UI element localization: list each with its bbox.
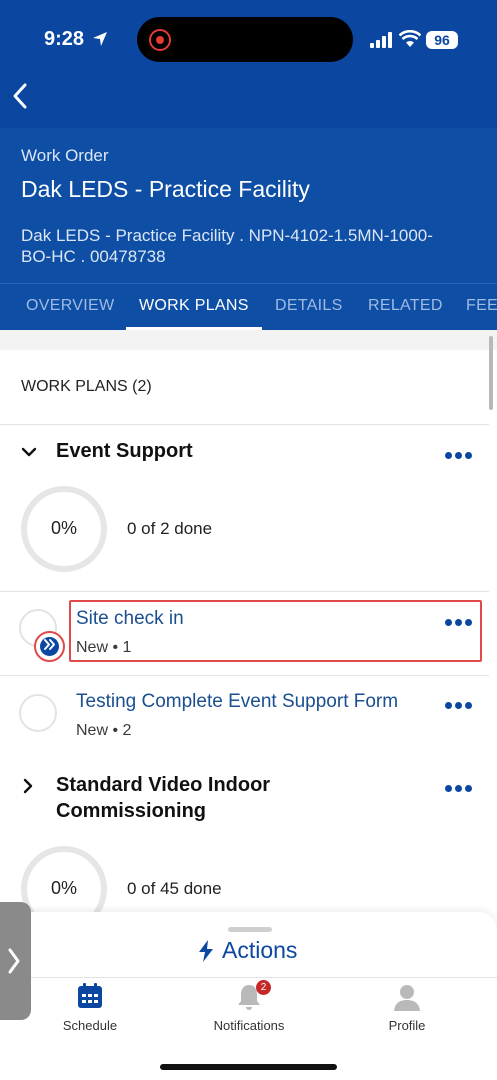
home-indicator[interactable] [160, 1064, 337, 1070]
divider [0, 591, 489, 592]
highlight-box [69, 600, 482, 662]
recording-icon [149, 29, 171, 51]
group-title-event-support[interactable]: Event Support [56, 440, 193, 463]
lightning-bolt-icon [199, 940, 213, 962]
nav-profile-label[interactable]: Profile [337, 1018, 477, 1033]
cellular-signal-icon [370, 32, 392, 48]
more-options-icon[interactable] [445, 446, 475, 464]
wifi-icon [399, 30, 421, 47]
progress-percent: 0% [50, 518, 77, 538]
chevron-down-icon[interactable] [21, 446, 37, 458]
status-time: 9:28 [44, 28, 85, 50]
work-order-subtitle: Dak LEDS - Practice Facility . NPN-4102-… [21, 226, 433, 245]
work-order-title: Dak LEDS - Practice Facility [21, 176, 310, 202]
group-title-standard-video-continued[interactable]: Commissioning [56, 800, 206, 823]
tab-feed[interactable]: FEE [466, 297, 497, 315]
work-plans-header: WORK PLANS (2) [21, 378, 152, 395]
work-order-label: Work Order [21, 146, 109, 165]
notification-count-badge: 2 [256, 980, 271, 995]
progress-percent: 0% [50, 878, 77, 898]
scrollbar[interactable] [489, 336, 493, 410]
sheet-drag-handle[interactable] [228, 927, 272, 932]
tab-work-plans[interactable]: WORK PLANS [139, 297, 249, 315]
person-icon [394, 985, 420, 1011]
actions-button[interactable]: Actions [222, 937, 297, 964]
step-title-testing-complete[interactable]: Testing Complete Event Support Form [76, 691, 398, 713]
back-chevron-icon[interactable] [10, 82, 30, 110]
calendar-icon [78, 983, 102, 1008]
tab-related[interactable]: RELATED [368, 297, 443, 315]
progress-label: 0 of 2 done [127, 519, 213, 538]
chevron-right-icon[interactable] [22, 778, 34, 794]
tab-details[interactable]: DETAILS [275, 297, 343, 315]
active-tab-indicator [126, 327, 262, 330]
group-title-standard-video[interactable]: Standard Video Indoor [56, 774, 270, 797]
divider [0, 675, 489, 676]
tab-bar: OVERVIEW WORK PLANS DETAILS RELATED FEE [0, 283, 497, 330]
double-chevron-right-icon [44, 639, 55, 650]
step-subtitle: New • 2 [76, 722, 132, 739]
divider [0, 424, 489, 425]
progress-label: 0 of 45 done [127, 879, 222, 898]
more-options-icon[interactable] [445, 779, 475, 797]
divider [0, 977, 497, 978]
step-status-circle[interactable] [19, 694, 57, 732]
location-arrow-icon [93, 32, 107, 46]
chevron-right-icon [8, 948, 20, 974]
battery-indicator: 96 [426, 31, 458, 49]
nav-schedule-label[interactable]: Schedule [20, 1018, 160, 1033]
nav-notifications-label[interactable]: Notifications [179, 1018, 319, 1033]
more-options-icon[interactable] [445, 696, 475, 714]
nav-schedule[interactable] [20, 982, 160, 1015]
nav-notifications[interactable] [179, 982, 319, 1017]
tab-overview[interactable]: OVERVIEW [26, 297, 114, 315]
work-order-subtitle-continued: BO-HC . 00478738 [21, 247, 166, 266]
nav-profile[interactable] [337, 982, 477, 1017]
